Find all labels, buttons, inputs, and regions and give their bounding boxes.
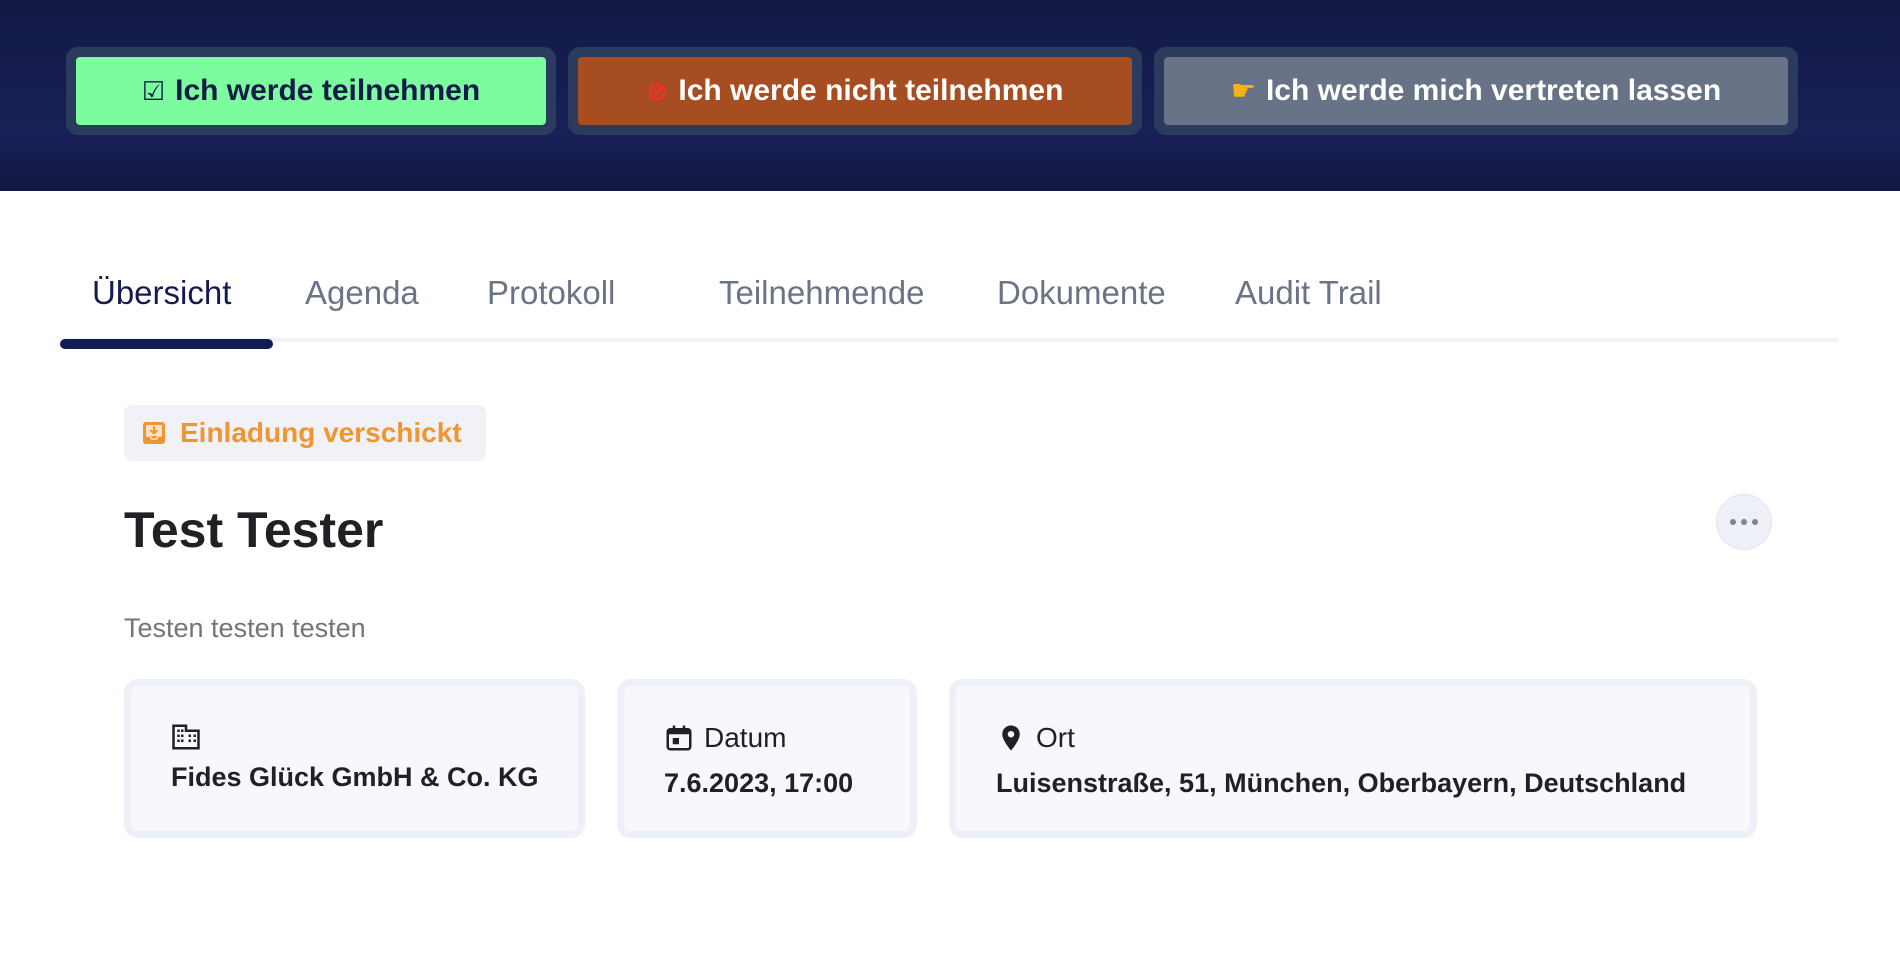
tab-bar: Übersicht Agenda Protokoll Teilnehmende … — [60, 250, 1837, 349]
tab-agenda[interactable]: Agenda — [273, 264, 451, 342]
more-options-button[interactable] — [1716, 494, 1772, 550]
tab-teilnehmende[interactable]: Teilnehmende — [687, 264, 956, 342]
tab-label: Dokumente — [997, 274, 1166, 311]
date-label: Datum — [704, 722, 787, 753]
date-value: 7.6.2023, 17:00 — [664, 768, 854, 798]
location-card-head: Ort — [996, 722, 1075, 754]
building-icon — [172, 724, 200, 750]
location-label: Ort — [1036, 722, 1075, 753]
more-dot-icon — [1752, 519, 1758, 525]
attend-button[interactable]: ☑ Ich werde teilnehmen — [76, 57, 546, 125]
tab-label: Protokoll — [487, 274, 616, 311]
status-badge-label: Einladung verschickt — [180, 417, 462, 448]
tab-label: Audit Trail — [1235, 274, 1382, 311]
location-value: Luisenstraße, 51, München, Oberbayern, D… — [996, 768, 1687, 798]
date-card: Datum 7.6.2023, 17:00 — [617, 679, 917, 838]
calendar-icon — [666, 725, 692, 751]
proxy-button[interactable]: ☛ Ich werde mich vertreten lassen — [1164, 57, 1788, 125]
organization-name: Fides Glück GmbH & Co. KG — [171, 762, 539, 792]
proxy-button-label: Ich werde mich vertreten lassen — [1265, 74, 1722, 107]
pointing-hand-icon: ☛ — [1230, 75, 1256, 106]
rsvp-header: ☑ Ich werde teilnehmen ⊘ Ich werde nicht… — [0, 0, 1900, 191]
decline-button[interactable]: ⊘ Ich werde nicht teilnehmen — [578, 57, 1132, 125]
status-badge: Einladung verschickt — [124, 405, 486, 461]
tab-dokumente[interactable]: Dokumente — [965, 264, 1198, 342]
tab-protokoll[interactable]: Protokoll — [455, 264, 647, 342]
location-pin-icon — [1002, 725, 1020, 751]
tab-audit-trail[interactable]: Audit Trail — [1203, 264, 1414, 342]
decline-button-label: Ich werde nicht teilnehmen — [678, 74, 1064, 107]
location-card: Ort Luisenstraße, 51, München, Oberbayer… — [949, 679, 1757, 838]
meeting-title: Test Tester — [124, 502, 384, 558]
inbox-icon — [143, 422, 165, 444]
organization-card: Fides Glück GmbH & Co. KG — [124, 679, 585, 838]
more-dot-icon — [1741, 519, 1747, 525]
tab-label: Übersicht — [92, 274, 232, 311]
organization-card-head — [171, 722, 201, 752]
tab-label: Teilnehmende — [719, 274, 925, 311]
more-dot-icon — [1730, 519, 1736, 525]
no-entry-icon: ⊘ — [646, 76, 669, 106]
date-card-head: Datum — [664, 722, 786, 754]
tab-uebersicht[interactable]: Übersicht — [60, 264, 273, 349]
active-tab-indicator — [60, 339, 273, 349]
rsvp-attend-wrapper: ☑ Ich werde teilnehmen — [66, 47, 556, 135]
tab-label: Agenda — [305, 274, 419, 311]
rsvp-proxy-wrapper: ☛ Ich werde mich vertreten lassen — [1154, 47, 1798, 135]
rsvp-decline-wrapper: ⊘ Ich werde nicht teilnehmen — [568, 47, 1142, 135]
attend-button-label: Ich werde teilnehmen — [175, 74, 481, 107]
check-box-icon: ☑ — [141, 76, 166, 106]
meeting-description: Testen testen testen — [124, 613, 366, 643]
